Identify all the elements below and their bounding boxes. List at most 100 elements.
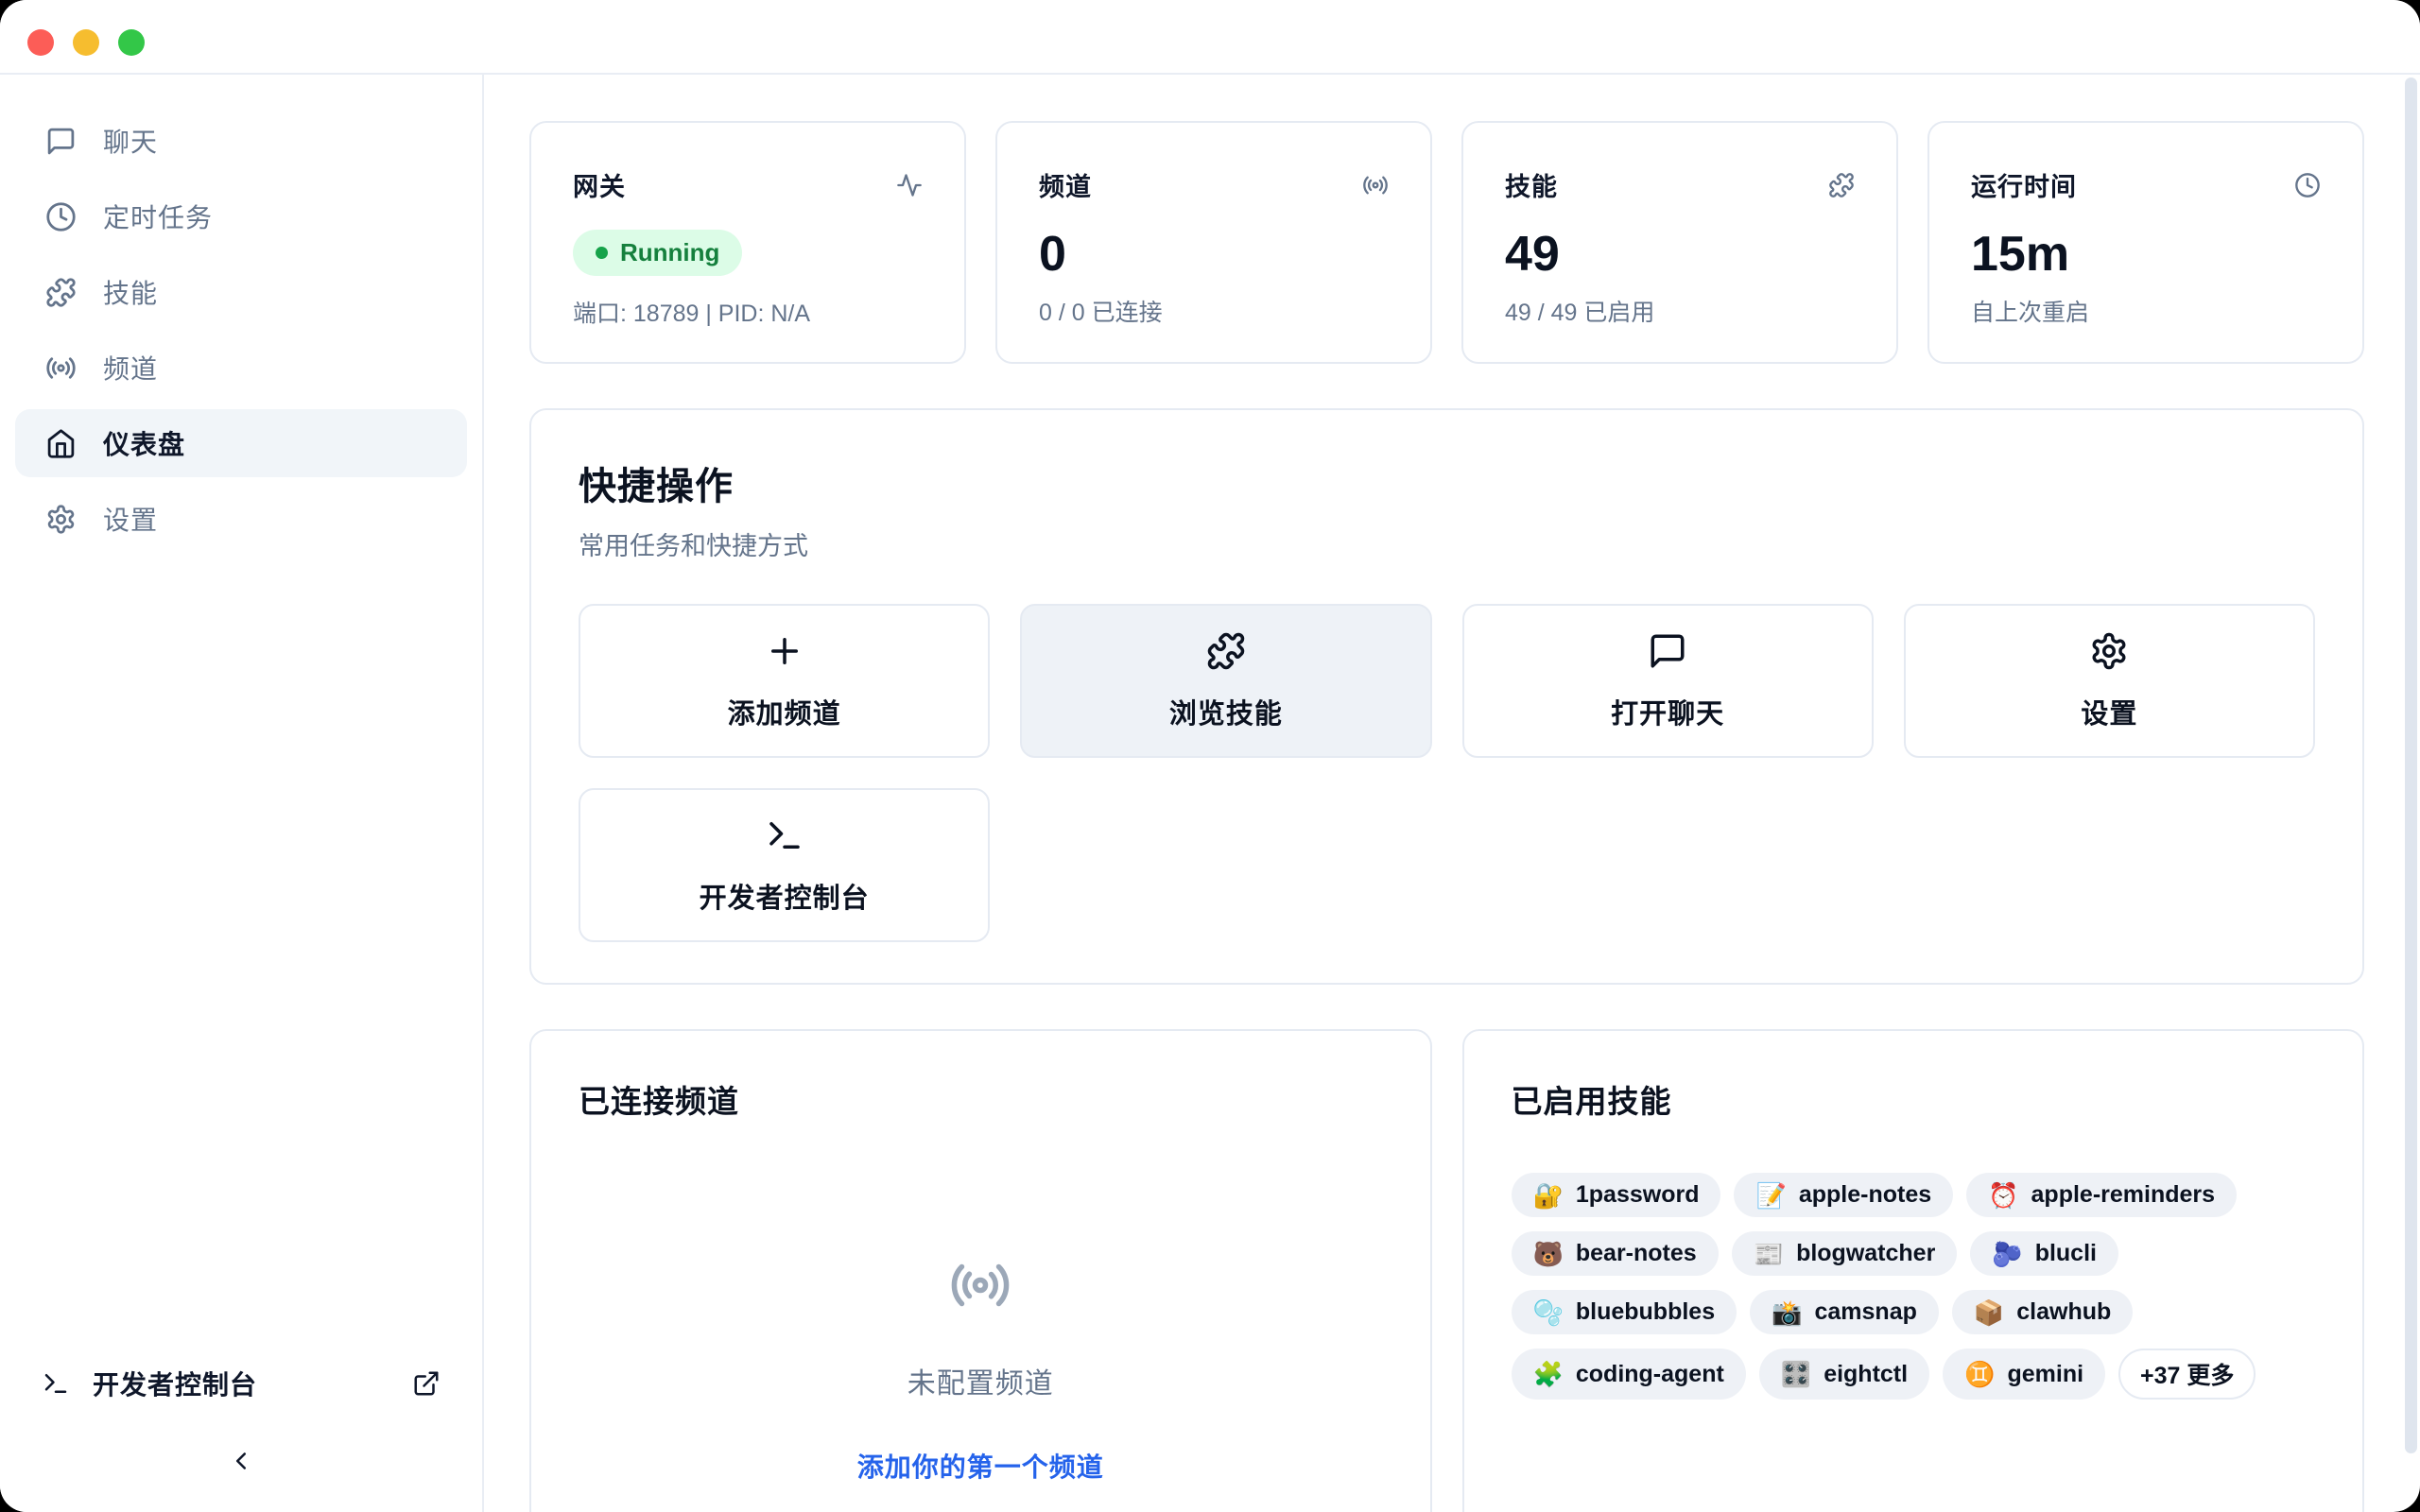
sidebar-item-cron[interactable]: 定时任务 [15,182,467,250]
knobs-emoji-icon: 🎛️ [1781,1362,1811,1386]
skill-chip-apple-reminders[interactable]: ⏰apple-reminders [1966,1173,2237,1217]
bottom-row: 已连接频道 未配置频道 添加你的第一个频道 已启用技能 🔐1password 📝… [529,1029,2364,1512]
enabled-skills-title: 已启用技能 [1512,1076,2316,1122]
sidebar-item-chat[interactable]: 聊天 [15,107,467,175]
stat-subtitle: 0 / 0 已连接 [1039,294,1389,328]
sidebar-item-label: 定时任务 [103,198,213,235]
qa-button-label: 浏览技能 [1169,692,1283,731]
connected-channels-panel: 已连接频道 未配置频道 添加你的第一个频道 [529,1029,1432,1512]
close-button[interactable] [27,29,54,56]
skill-label: coding-agent [1576,1361,1724,1388]
sidebar-item-channels[interactable]: 频道 [15,334,467,402]
alarm-emoji-icon: ⏰ [1988,1183,2018,1208]
stat-value: 0 [1039,230,1389,279]
vertical-scrollbar[interactable] [2405,77,2417,1453]
zoom-button[interactable] [118,29,145,56]
quick-actions-grid: 添加频道 浏览技能 打开聊天 设置 开发者控制台 [579,604,2315,942]
qa-button-label: 设置 [2081,692,2137,731]
open-chat-button[interactable]: 打开聊天 [1462,604,1874,758]
channels-empty-text: 未配置频道 [908,1360,1054,1401]
camera-emoji-icon: 📸 [1772,1300,1802,1325]
stat-value: 49 [1505,230,1855,279]
package-emoji-icon: 📦 [1974,1300,2004,1325]
sidebar-dev-console[interactable]: 开发者控制台 [15,1349,467,1418]
skill-chip-blogwatcher[interactable]: 📰blogwatcher [1732,1231,1958,1276]
title-bar [0,0,2420,75]
skill-chip-eightctl[interactable]: 🎛️ eightctl [1759,1349,1929,1400]
lock-emoji-icon: 🔐 [1533,1183,1564,1208]
dev-console-label: 开发者控制台 [93,1365,389,1402]
skill-chip-1password[interactable]: 🔐1password [1512,1173,1721,1217]
qa-button-label: 开发者控制台 [700,876,870,916]
sidebar-item-skills[interactable]: 技能 [15,258,467,326]
stat-subtitle: 49 / 49 已启用 [1505,294,1855,328]
dev-console-button[interactable]: 开发者控制台 [579,788,990,942]
stats-row: 网关 Running 端口: 18789 | PID: N/A 频道 0 0 /… [529,121,2364,364]
more-skills-label: +37 更多 [2140,1357,2234,1391]
skill-chip-bluebubbles[interactable]: 🫧bluebubbles [1512,1290,1737,1334]
stat-card-channels: 频道 0 0 / 0 已连接 [995,121,1432,364]
status-text: Running [620,238,719,267]
skill-chip-clawhub[interactable]: 📦clawhub [1952,1290,2133,1334]
sidebar-item-label: 频道 [103,349,158,387]
stat-value: 15m [1971,230,2321,279]
qa-button-label: 打开聊天 [1611,692,1724,731]
blueberries-emoji-icon: 🫐 [1992,1242,2022,1266]
skill-chip-apple-notes[interactable]: 📝 apple-notes [1734,1173,1953,1217]
radio-icon [1362,172,1389,198]
stat-subtitle: 端口: 18789 | PID: N/A [573,295,923,329]
settings-button[interactable]: 设置 [1904,604,2315,758]
quick-actions-subtitle: 常用任务和快捷方式 [579,525,2315,562]
status-dot [596,247,608,259]
radio-icon [45,352,77,384]
sidebar-item-label: 技能 [103,273,158,311]
skill-chips: 🔐1password 📝 apple-notes ⏰apple-reminders… [1512,1173,2316,1400]
puzzle-icon [45,277,77,308]
sidebar-collapse-button[interactable] [215,1435,268,1487]
radio-icon [949,1254,1011,1316]
sidebar-item-settings[interactable]: 设置 [15,485,467,553]
external-link-icon [412,1369,441,1398]
browse-skills-button[interactable]: 浏览技能 [1020,604,1431,758]
channels-empty-state: 未配置频道 添加你的第一个频道 [579,1254,1383,1485]
skill-label: apple-notes [1799,1181,1931,1209]
message-square-icon [45,126,77,157]
skill-chip-coding-agent[interactable]: 🧩 coding-agent [1512,1349,1746,1400]
bear-emoji-icon: 🐻 [1533,1242,1564,1266]
activity-icon [896,172,923,198]
clock-icon [45,201,77,232]
gemini-emoji-icon: ♊️ [1964,1362,1995,1386]
plus-icon [765,631,804,671]
skill-chip-blucli[interactable]: 🫐blucli [1970,1231,2118,1276]
sidebar-item-label: 设置 [103,500,158,538]
sidebar-nav: 聊天 定时任务 技能 频道 仪表盘 设置 [0,75,482,553]
minimize-button[interactable] [73,29,99,56]
more-skills-chip[interactable]: +37 更多 [2118,1349,2256,1400]
stat-title: 运行时间 [1971,166,2077,203]
skill-label: bluebubbles [1576,1298,1715,1326]
skill-label: gemini [2007,1361,2083,1388]
home-icon [45,428,77,459]
skill-label: eightctl [1824,1361,1908,1388]
stat-card-skills: 技能 49 49 / 49 已启用 [1461,121,1898,364]
gear-icon [2089,631,2129,671]
skill-label: camsnap [1814,1298,1916,1326]
status-badge: Running [573,230,742,276]
sidebar-item-dashboard[interactable]: 仪表盘 [15,409,467,477]
puzzle-icon [1206,631,1246,671]
skill-chip-camsnap[interactable]: 📸 camsnap [1750,1290,1939,1334]
connected-channels-title: 已连接频道 [579,1076,1383,1122]
traffic-lights [27,29,145,56]
stat-title: 技能 [1505,166,1558,203]
add-channel-button[interactable]: 添加频道 [579,604,990,758]
gear-icon [45,504,77,535]
skill-chip-gemini[interactable]: ♊️ gemini [1943,1349,2105,1400]
skill-chip-bear-notes[interactable]: 🐻bear-notes [1512,1231,1719,1276]
qa-button-label: 添加频道 [728,692,841,731]
terminal-icon [765,816,804,855]
stat-title: 网关 [573,166,626,203]
puzzle-emoji-icon: 🧩 [1533,1362,1564,1386]
add-first-channel-link[interactable]: 添加你的第一个频道 [857,1447,1104,1485]
memo-emoji-icon: 📝 [1755,1183,1786,1208]
stat-title: 频道 [1039,166,1092,203]
